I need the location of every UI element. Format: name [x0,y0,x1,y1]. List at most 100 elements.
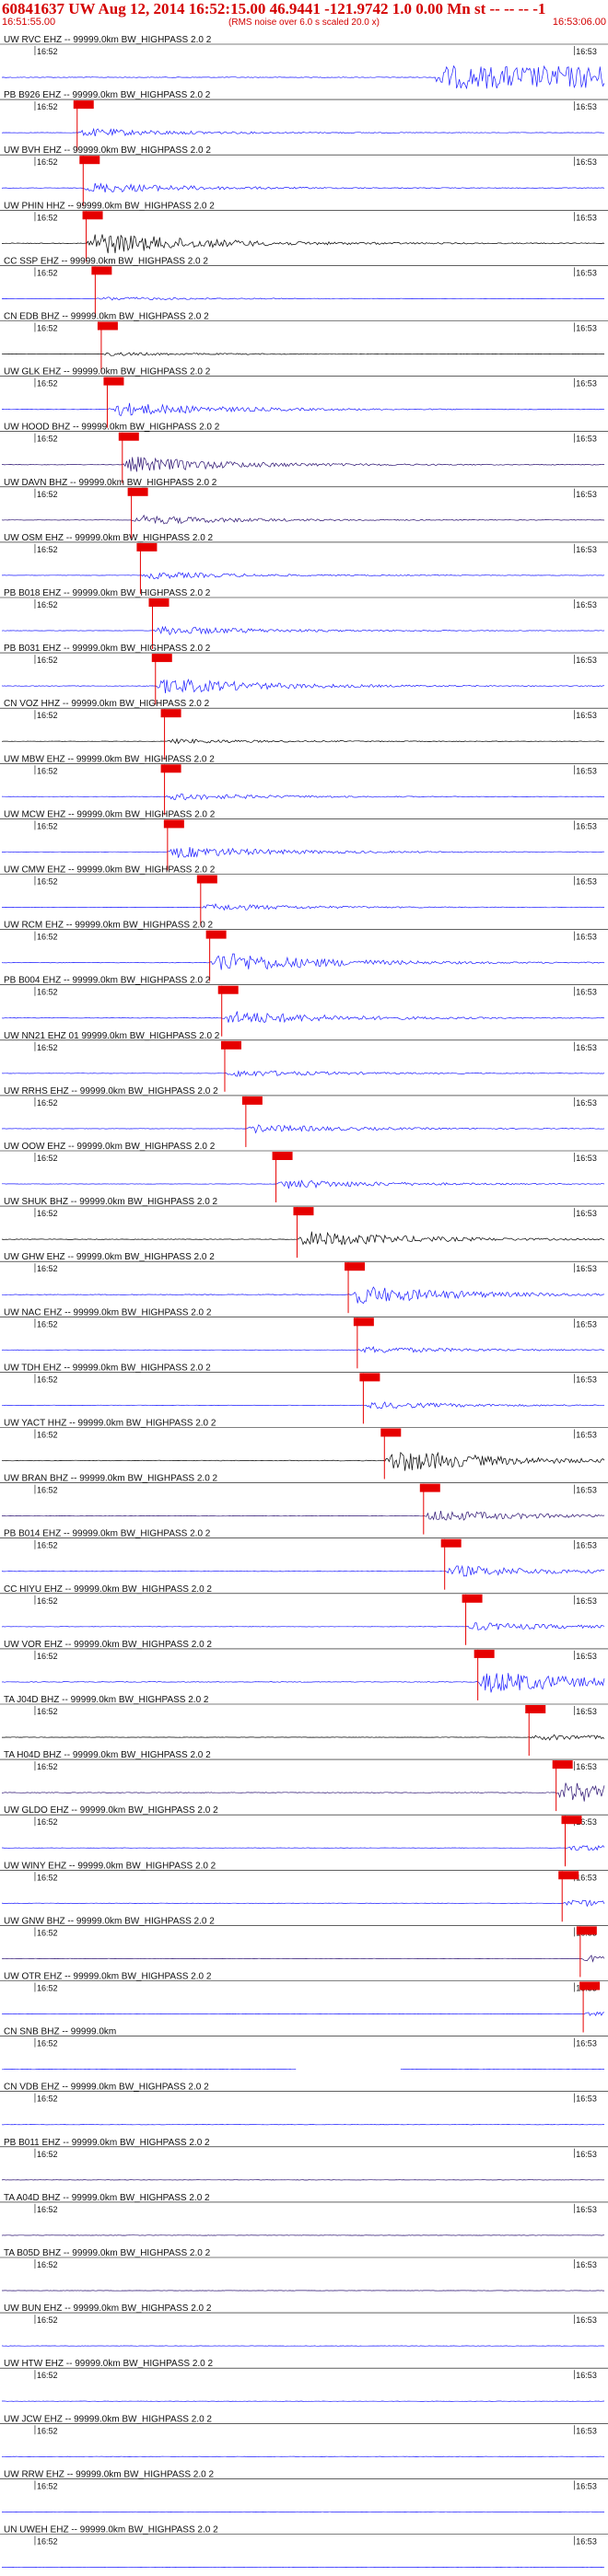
time-tick-label: 16:52 [37,821,58,830]
time-tick-label: 16:52 [37,379,58,389]
time-tick-label: 16:52 [37,490,58,499]
pick-marker [241,1096,263,1105]
waveform-trace [2,457,604,472]
pick-marker [345,1262,366,1271]
trace-label: UW OSM EHZ -- 99999.0km BW_HIGHPASS 2.0 … [4,533,214,543]
trace-label: PB B014 EHZ -- 99999.0km BW_HIGHPASS 2.0… [4,1529,211,1539]
waveform-trace [1,1231,605,1246]
pick-marker [73,100,94,110]
trace-row: TA B05D BHZ -- 99999.0km BW_HIGHPASS 2.0… [0,2248,608,2292]
time-tick-label: 16:52 [37,1707,58,1716]
time-tick-label: 16:52 [37,1984,58,1993]
pick-marker [91,266,112,275]
time-tick-label: 16:52 [37,600,58,609]
waveform-trace [1,1782,605,1802]
time-tick-label: 16:53 [576,600,597,609]
waveform-trace [1,1345,605,1353]
trace-row: UW GLK EHZ -- 99999.0km BW_HIGHPASS 2.0 … [0,367,608,428]
time-tick-label: 16:52 [37,1319,58,1329]
trace-label: PB B018 EHZ -- 99999.0km BW_HIGHPASS 2.0… [4,588,211,598]
time-tick-label: 16:52 [37,1762,58,1771]
trace-label: UW YACT HHZ -- 99999.0km BW_HIGHPASS 2.0… [4,1419,216,1429]
pick-marker [205,930,227,939]
pick-marker [148,598,170,607]
trace-label: CC HIYU EHZ -- 99999.0km BW_HIGHPASS 2.0… [4,1584,212,1595]
trace-label: UW GLK EHZ -- 99999.0km BW_HIGHPASS 2.0 … [4,367,211,377]
trace-label: UW JCW EHZ -- 99999.0km BW_HIGHPASS 2.0 … [4,2414,212,2424]
trace-row: PB B014 EHZ -- 99999.0km BW_HIGHPASS 2.0… [0,1529,608,1590]
trace-row: UW MCW EHZ -- 99999.0km BW_HIGHPASS 2.0 … [0,809,608,871]
pick-marker [136,542,158,551]
trace-row: UW RCM EHZ -- 99999.0km BW_HIGHPASS 2.0 … [0,921,608,981]
time-tick-label: 16:52 [37,47,58,56]
pick-marker [196,875,217,884]
time-tick-label: 16:52 [37,1928,58,1937]
trace-label: CN VDB EHZ -- 99999.0km BW_HIGHPASS 2.0 … [4,2083,209,2093]
trace-row: UW JCW EHZ -- 99999.0km BW_HIGHPASS 2.0 … [0,2414,608,2457]
time-tick-label: 16:53 [576,1596,597,1606]
waveform-trace [1,1564,605,1577]
trace-label: UW NAC EHZ -- 99999.0km BW_HIGHPASS 2.0 … [4,1307,212,1317]
time-tick-label: 16:53 [576,1652,597,1661]
time-tick-label: 16:52 [37,545,58,554]
time-tick-label: 16:53 [576,435,597,444]
time-tick-label: 16:53 [576,988,597,997]
time-tick-label: 16:53 [576,656,597,665]
waveform-trace [2,1734,605,1741]
trace-row: TA A04D BHZ -- 99999.0km BW_HIGHPASS 2.0… [0,2193,608,2236]
pick-marker [127,487,148,496]
pick-marker [118,432,139,441]
pick-marker [359,1373,380,1382]
time-tick-label: 16:53 [576,1319,597,1329]
trace-label: PB B031 EHZ -- 99999.0km BW_HIGHPASS 2.0… [4,644,211,654]
trace-label: UW RCM EHZ -- 99999.0km BW_HIGHPASS 2.0 … [4,921,214,931]
time-tick-label: 16:53 [576,1873,597,1882]
waveform-trace [1,1070,605,1077]
time-tick-label: 16:52 [37,988,58,997]
trace-label: UW TDH EHZ -- 99999.0km BW_HIGHPASS 2.0 … [4,1363,211,1373]
time-tick-label: 16:53 [576,821,597,830]
time-tick-label: 16:52 [37,2537,58,2547]
time-tick-label: 16:53 [576,157,597,167]
pick-marker [79,156,100,165]
waveform-trace [1,903,604,911]
trace-label: UW HTW EHZ -- 99999.0km BW_HIGHPASS 2.0 … [4,2359,214,2369]
trace-row: UW OTR EHZ -- 99999.0km BW_HIGHPASS 2.0 … [0,1972,608,2033]
trace-row: UW SHUK BHZ -- 99999.0km BW_HIGHPASS 2.0… [0,1197,608,1259]
time-tick-label: 16:53 [576,2481,597,2490]
pick-marker [97,321,118,331]
waveform-trace [1,625,605,636]
waveform-trace [1,402,605,417]
waveform-trace [1,296,605,301]
time-tick-label: 16:53 [576,1707,597,1716]
time-tick-label: 16:53 [576,1375,597,1384]
waveform-trace [1,352,604,356]
seismogram-plot: UW RVC EHZ -- 99999.0km BW_HIGHPASS 2.0 … [0,35,608,2569]
waveform-trace [2,1401,605,1410]
waveform-trace [2,1286,605,1305]
waveform-trace [1,1511,605,1521]
time-tick-label: 16:52 [37,1817,58,1827]
time-tick-label: 16:53 [576,2537,597,2547]
time-tick-label: 16:53 [576,1043,597,1052]
waveform-trace [1,793,605,801]
trace-label: UW GLDO EHZ -- 99999.0km BW_HIGHPASS 2.0… [4,1805,218,1816]
trace-row: CN EDB BHZ -- 99999.0km BW_HIGHPASS 2.0 … [0,312,608,373]
trace-row: PB B004 EHZ -- 99999.0km BW_HIGHPASS 2.0… [0,976,608,1037]
trace-label: PB B011 EHZ -- 99999.0km BW_HIGHPASS 2.0… [4,2138,210,2148]
trace-row: PB B031 EHZ -- 99999.0km BW_HIGHPASS 2.0… [0,644,608,705]
time-tick-label: 16:53 [576,1264,597,1273]
trace-row: UW GHW EHZ -- 99999.0km BW_HIGHPASS 2.0 … [0,1252,608,1314]
trace-row: UW RVC EHZ -- 99999.0km BW_HIGHPASS 2.0 … [0,35,608,90]
trace-label: UW DAVN BHZ -- 99999.0km BW_HIGHPASS 2.0… [4,478,217,488]
trace-label: UW RVC EHZ -- 99999.0km BW_HIGHPASS 2.0 … [4,35,212,45]
time-tick-label: 16:52 [37,1596,58,1606]
trace-label: UW BUN EHZ -- 99999.0km BW_HIGHPASS 2.0 … [4,2303,212,2314]
trace-row: TA J04D BHZ -- 99999.0km BW_HIGHPASS 2.0… [0,1695,608,1756]
time-tick-label: 16:53 [576,1431,597,1440]
time-tick-label: 16:52 [37,2315,58,2325]
trace-label: TA H04D BHZ -- 99999.0km BW_HIGHPASS 2.0… [4,1750,211,1760]
waveform-trace [2,1179,605,1189]
waveform-trace [1,1955,605,1963]
time-tick-label: 16:52 [37,1873,58,1882]
